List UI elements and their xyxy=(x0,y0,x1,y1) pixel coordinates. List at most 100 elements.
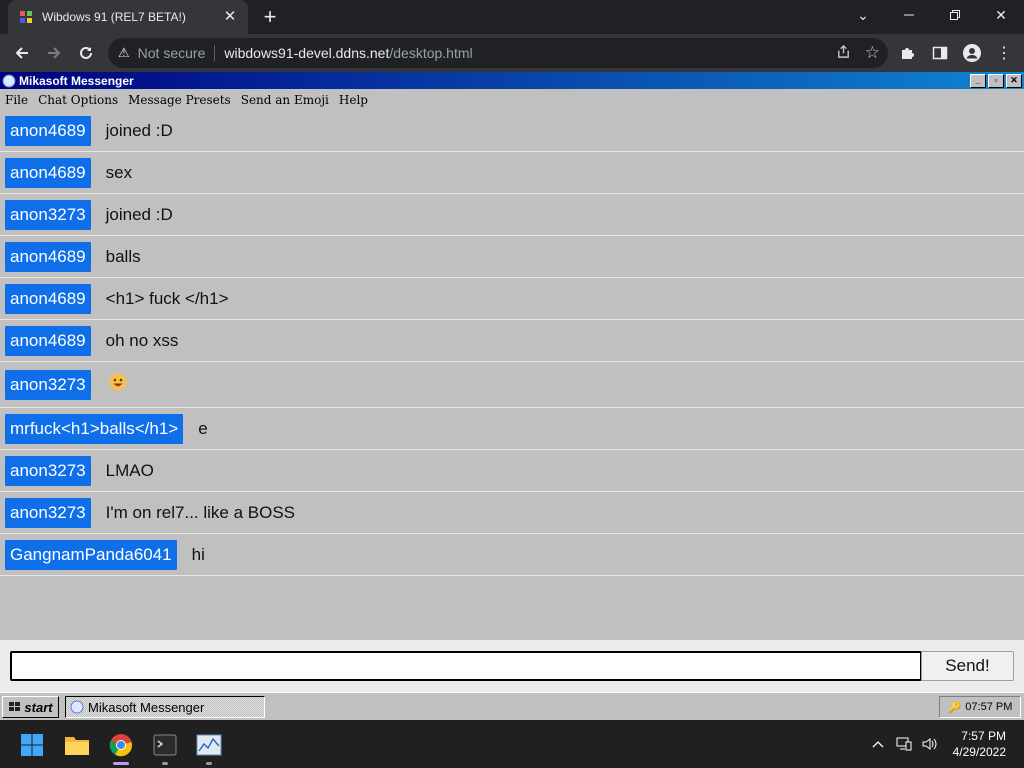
window-maximize-button[interactable]: ▫ xyxy=(988,73,1004,88)
chat-message-row: anon4689 oh no xss xyxy=(0,320,1024,362)
bookmark-star-icon[interactable]: ☆ xyxy=(865,43,880,63)
resource-monitor-icon[interactable] xyxy=(189,728,229,765)
chat-message-row: anon4689 sex xyxy=(0,152,1024,194)
message-text: LMAO xyxy=(105,460,154,480)
start-label: start xyxy=(24,699,53,715)
taskbar-item-label: Mikasoft Messenger xyxy=(88,699,205,715)
message-text: oh no xss xyxy=(105,330,179,350)
profile-avatar-icon[interactable] xyxy=(958,39,986,67)
send-button[interactable]: Send! xyxy=(921,651,1014,681)
forward-arrow-icon[interactable] xyxy=(38,37,70,69)
browser-menu-kebab-icon[interactable]: ⋮ xyxy=(990,39,1018,67)
menu-bar: File Chat Options Message Presets Send a… xyxy=(0,89,1024,110)
tray-clock: 07:57 PM xyxy=(965,701,1013,713)
username-badge[interactable]: anon4689 xyxy=(5,325,91,356)
messenger-icon xyxy=(2,74,16,87)
messenger-window: Mikasoft Messenger _ ▫ ✕ File Chat Optio… xyxy=(0,72,1024,692)
key-icon[interactable]: 🔑 xyxy=(948,701,962,714)
windows-start-icon[interactable] xyxy=(12,728,52,762)
chrome-browser-icon[interactable] xyxy=(101,728,141,765)
menu-send-emoji[interactable]: Send an Emoji xyxy=(241,93,329,107)
grinning-face-emoji-icon xyxy=(109,373,127,391)
chat-message-row: anon4689 balls xyxy=(0,236,1024,278)
chat-message-row: anon3273 LMAO xyxy=(0,450,1024,492)
username-badge[interactable]: anon3273 xyxy=(5,199,91,230)
web-page: Mikasoft Messenger _ ▫ ✕ File Chat Optio… xyxy=(0,72,1024,720)
new-tab-button[interactable]: + xyxy=(258,5,282,29)
running-indicator xyxy=(162,762,168,765)
back-arrow-icon[interactable] xyxy=(6,37,38,69)
window-close-button[interactable]: ✕ xyxy=(1006,73,1022,88)
volume-icon[interactable] xyxy=(917,737,943,751)
tab-title: Wibdows 91 (REL7 BETA!) xyxy=(42,10,186,24)
clock-time: 7:57 PM xyxy=(961,729,1006,743)
wibdows-logo-icon xyxy=(18,9,34,25)
extensions-puzzle-icon[interactable] xyxy=(894,39,922,67)
wibdows-system-tray: 🔑 07:57 PM xyxy=(939,696,1021,718)
share-icon[interactable] xyxy=(836,44,851,62)
terminal-icon[interactable] xyxy=(145,728,185,765)
chat-message-row: GangnamPanda6041 hi xyxy=(0,534,1024,576)
chat-message-row: anon4689 <h1> fuck </h1> xyxy=(0,278,1024,320)
composer-bar: Send! xyxy=(0,640,1024,692)
messenger-icon xyxy=(70,700,84,714)
url-path: /desktop.html xyxy=(389,45,473,61)
security-label[interactable]: Not secure xyxy=(138,45,206,61)
menu-message-presets[interactable]: Message Presets xyxy=(128,93,231,107)
wibdows-taskbar: start Mikasoft Messenger 🔑 07:57 PM xyxy=(0,692,1024,720)
username-badge[interactable]: anon4689 xyxy=(5,283,91,314)
menu-help[interactable]: Help xyxy=(339,93,368,107)
username-badge[interactable]: anon3273 xyxy=(5,369,91,400)
address-divider xyxy=(214,45,216,61)
window-titlebar[interactable]: Mikasoft Messenger _ ▫ ✕ xyxy=(0,72,1024,89)
message-text: e xyxy=(198,418,208,438)
start-button[interactable]: start xyxy=(2,696,59,718)
menu-chat-options[interactable]: Chat Options xyxy=(38,93,118,107)
warning-triangle-icon[interactable]: ⚠ xyxy=(118,45,130,61)
address-bar[interactable]: ⚠ Not secure wibdows91-devel.ddns.net/de… xyxy=(108,38,888,68)
username-badge[interactable]: anon4689 xyxy=(5,115,91,146)
url-host: wibdows91-devel.ddns.net xyxy=(224,45,390,61)
chat-message-row: anon3273 joined :D xyxy=(0,194,1024,236)
active-indicator xyxy=(113,762,129,765)
system-clock[interactable]: 7:57 PM 4/29/2022 xyxy=(953,728,1006,760)
file-explorer-icon[interactable] xyxy=(57,728,97,762)
network-icon[interactable] xyxy=(891,737,917,751)
username-badge[interactable]: GangnamPanda6041 xyxy=(5,539,177,570)
window-minimize-button[interactable]: _ xyxy=(970,73,986,88)
browser-tab-strip: Wibdows 91 (REL7 BETA!) ✕ + ⌄ ✕ xyxy=(0,0,1024,34)
clock-date: 4/29/2022 xyxy=(952,745,1006,759)
message-text: hi xyxy=(191,544,205,564)
side-panel-icon[interactable] xyxy=(926,39,954,67)
windows-system-tray: 7:57 PM 4/29/2022 xyxy=(865,720,1024,768)
message-emoji xyxy=(109,373,127,396)
message-text: joined :D xyxy=(105,204,173,224)
show-hidden-icons-chevron-icon[interactable] xyxy=(865,740,891,748)
message-text: <h1> fuck </h1> xyxy=(105,288,229,308)
running-indicator xyxy=(206,762,212,765)
menu-file[interactable]: File xyxy=(5,93,28,107)
chat-message-row: anon3273 I'm on rel7... like a BOSS xyxy=(0,492,1024,534)
taskbar-item-messenger[interactable]: Mikasoft Messenger xyxy=(65,696,265,718)
tab-search-chevron-icon[interactable]: ⌄ xyxy=(840,0,886,30)
window-title: Mikasoft Messenger xyxy=(19,73,134,88)
chat-message-row: mrfuck<h1>balls</h1> e xyxy=(0,408,1024,450)
tab-close-icon[interactable]: ✕ xyxy=(222,9,238,25)
chat-message-row: anon4689 joined :D xyxy=(0,110,1024,152)
restore-window-button[interactable] xyxy=(932,0,978,30)
message-text: joined :D xyxy=(105,120,173,140)
message-text: sex xyxy=(105,162,133,182)
username-badge[interactable]: anon4689 xyxy=(5,157,91,188)
message-text: I'm on rel7... like a BOSS xyxy=(105,502,296,522)
message-input[interactable] xyxy=(10,651,922,681)
username-badge[interactable]: anon4689 xyxy=(5,241,91,272)
username-badge[interactable]: anon3273 xyxy=(5,455,91,486)
browser-tab[interactable]: Wibdows 91 (REL7 BETA!) ✕ xyxy=(8,0,248,34)
minimize-window-button[interactable] xyxy=(886,0,932,30)
chat-message-row: anon3273 xyxy=(0,362,1024,408)
chat-log[interactable]: anon4689 joined :D anon4689 sex anon3273… xyxy=(0,110,1024,576)
username-badge[interactable]: mrfuck<h1>balls</h1> xyxy=(5,413,184,444)
close-window-button[interactable]: ✕ xyxy=(978,0,1024,30)
reload-icon[interactable] xyxy=(70,37,102,69)
username-badge[interactable]: anon3273 xyxy=(5,497,91,528)
